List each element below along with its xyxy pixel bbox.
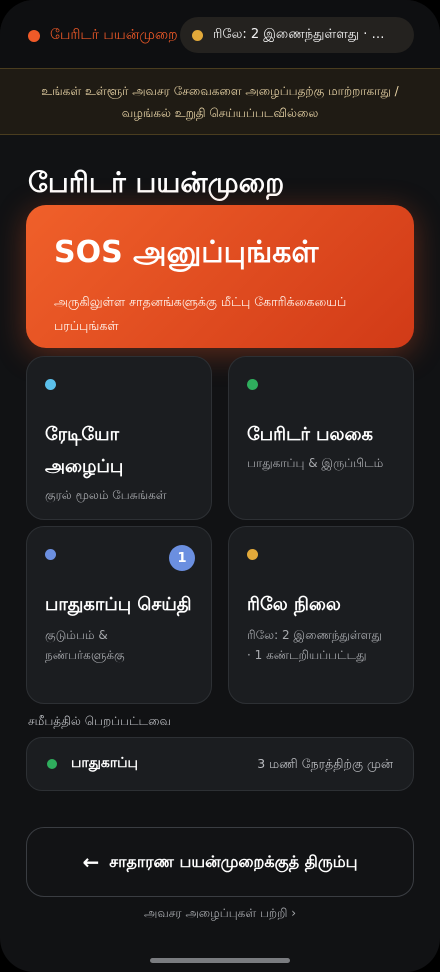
page-title: பேரிடர் பயன்முறை — [28, 166, 285, 199]
disaster-mode-screen: பேரிடர் பயன்முறை ரிலே: 2 இணைந்துள்ளது · … — [0, 0, 440, 972]
relay-card-dot-icon — [247, 549, 258, 560]
back-to-normal-button[interactable]: ← சாதாரண பயன்முறைக்குத் திரும்பு — [26, 827, 414, 897]
board-card-title: பேரிடர் பலகை — [247, 424, 374, 445]
recent-item-time: 3 மணி நேரத்திற்கு முன் — [257, 755, 393, 771]
sos-title: SOS அனுப்புங்கள் — [54, 235, 319, 270]
relay-status-pill[interactable]: ரிலே: 2 இணைந்துள்ளது · … — [180, 17, 414, 53]
radio-card-subtitle: குரல் மூலம் பேசுங்கள் — [45, 488, 167, 502]
arrow-left-icon: ← — [82, 850, 100, 874]
mode-dot-icon — [28, 30, 40, 42]
safety-card-subtitle: குடும்பம் & நண்பர்களுக்கு — [45, 628, 125, 662]
sos-subtitle: அருகிலுள்ள சாதனங்களுக்கு மீட்பு கோரிக்கை… — [54, 294, 347, 333]
disaster-board-card[interactable]: பேரிடர் பலகை பாதுகாப்பு & இருப்பிடம் — [228, 356, 414, 520]
safety-card-title: பாதுகாப்பு செய்தி — [45, 594, 192, 615]
relay-status-text: ரிலே: 2 இணைந்துள்ளது · … — [213, 27, 385, 42]
safety-message-card[interactable]: 1 பாதுகாப்பு செய்தி குடும்பம் & நண்பர்கள… — [26, 526, 212, 704]
recent-section-label: சமீபத்தில் பெறப்பட்டவை — [28, 714, 171, 728]
relay-card-title: ரிலே நிலை — [247, 594, 341, 615]
home-indicator[interactable] — [150, 958, 290, 963]
recent-received-item[interactable]: பாதுகாப்பு 3 மணி நேரத்திற்கு முன் — [26, 737, 414, 791]
board-dot-icon — [247, 379, 258, 390]
warning-text: உங்கள் உள்ளூர் அவசர சேவைகளை அழைப்பதற்கு … — [41, 83, 399, 120]
relay-card-subtitle: ரிலே: 2 இணைந்துள்ளது · 1 கண்டறியப்பட்டது — [247, 628, 382, 662]
top-status-bar: பேரிடர் பயன்முறை ரிலே: 2 இணைந்துள்ளது · … — [0, 0, 440, 68]
recent-item-label: பாதுகாப்பு — [71, 755, 138, 771]
send-sos-button[interactable]: SOS அனுப்புங்கள் அருகிலுள்ள சாதனங்களுக்க… — [26, 205, 414, 348]
radio-call-card[interactable]: ரேடியோ அழைப்பு குரல் மூலம் பேசுங்கள் — [26, 356, 212, 520]
back-button-label: சாதாரண பயன்முறைக்குத் திரும்பு — [109, 851, 358, 871]
safety-dot-icon — [45, 549, 56, 560]
recent-dot-icon — [47, 759, 57, 769]
relay-dot-icon — [192, 29, 203, 41]
unread-count-badge: 1 — [169, 545, 195, 571]
board-card-subtitle: பாதுகாப்பு & இருப்பிடம் — [247, 456, 384, 470]
relay-status-card[interactable]: ரிலே நிலை ரிலே: 2 இணைந்துள்ளது · 1 கண்டற… — [228, 526, 414, 704]
radio-dot-icon — [45, 379, 56, 390]
warning-banner: உங்கள் உள்ளூர் அவசர சேவைகளை அழைப்பதற்கு … — [0, 68, 440, 135]
mode-indicator[interactable]: பேரிடர் பயன்முறை — [16, 18, 190, 54]
mode-label: பேரிடர் பயன்முறை — [50, 27, 178, 43]
about-emergency-calls-link[interactable]: அவசர அழைப்புகள் பற்றி › — [0, 906, 440, 922]
radio-card-title: ரேடியோ அழைப்பு — [45, 424, 124, 477]
